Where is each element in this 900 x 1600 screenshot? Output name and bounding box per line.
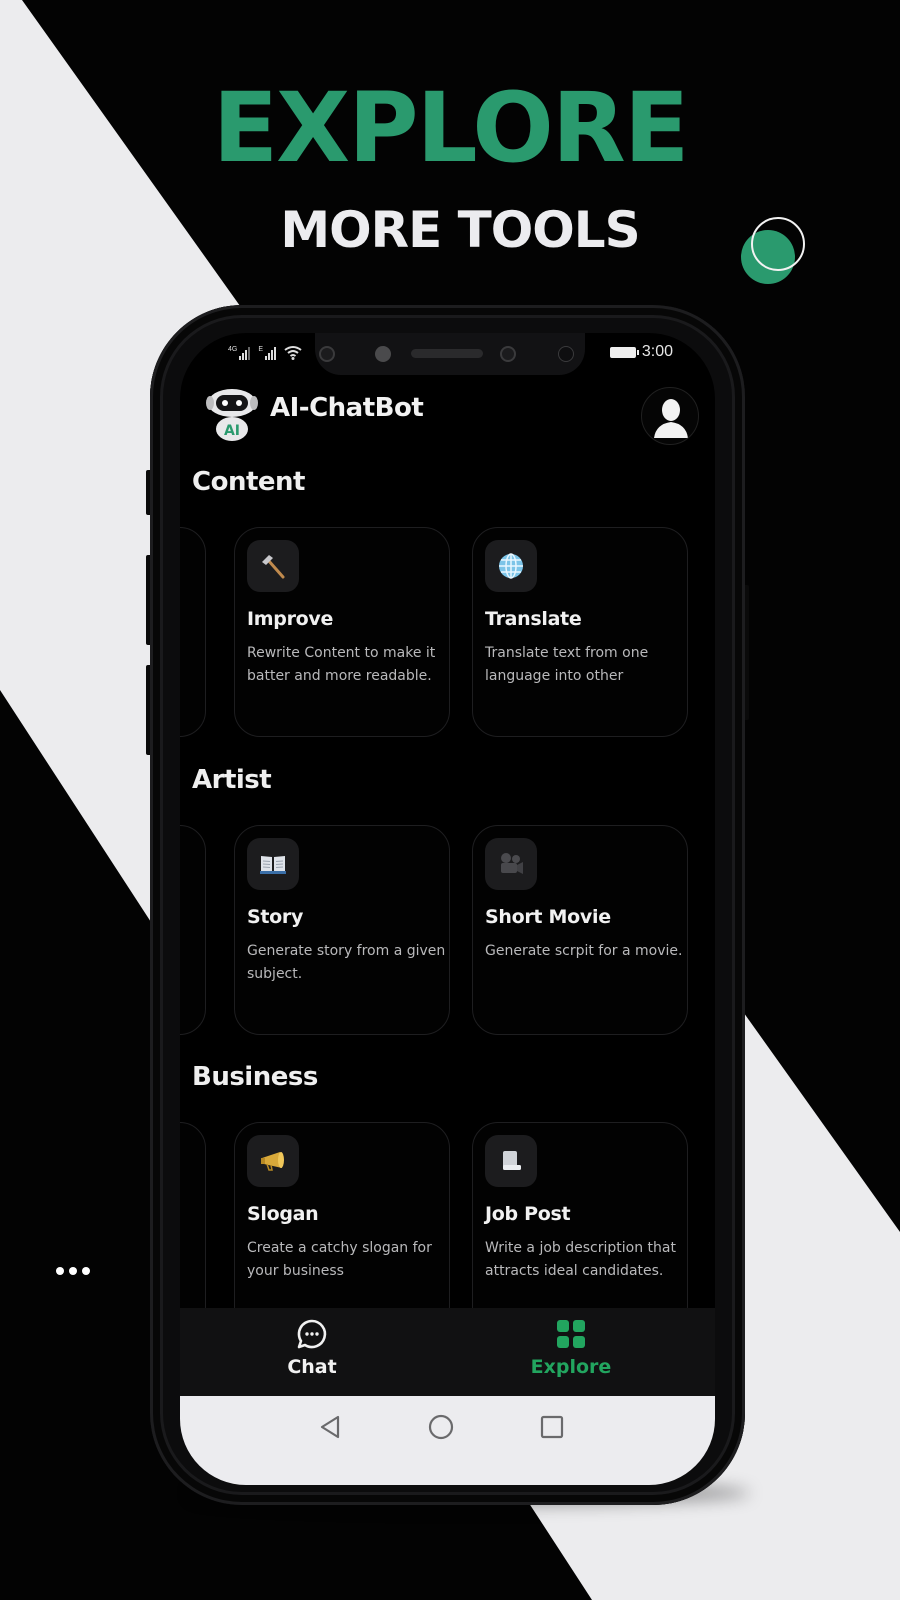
nav-tab-explore[interactable]: Explore (511, 1318, 631, 1378)
tool-card-story[interactable]: Story Generate story from a given subjec… (234, 825, 450, 1035)
decorative-ring (751, 217, 805, 271)
nav-tab-label: Chat (287, 1356, 337, 1378)
card-title: Translate (485, 608, 582, 630)
hammer-icon (247, 540, 299, 592)
card-description: Create a catchy slogan for your business (247, 1240, 432, 1279)
tool-card-translate[interactable]: Translate Translate text from one langua… (472, 527, 688, 737)
signal-icon: 4G (228, 346, 251, 360)
clock: 3:00 (641, 343, 673, 360)
card-title: Slogan (247, 1203, 319, 1225)
document-icon (485, 1135, 537, 1187)
card-description: Rewrite Content to make it batter and mo… (247, 645, 436, 684)
megaphone-icon (247, 1135, 299, 1187)
tool-row-content: Improve Rewrite Content to make it batte… (180, 527, 715, 739)
card-title: Improve (247, 608, 334, 630)
tool-card-partial[interactable] (180, 825, 206, 1035)
bottom-navigation: Chat Explore (180, 1308, 715, 1396)
book-icon (247, 838, 299, 890)
robot-logo-icon: AI (206, 389, 258, 441)
phone-screen: 4G E 3:00 AI AI-ChatBot Content Improve … (180, 333, 715, 1485)
status-bar: 4G E 3:00 (180, 333, 715, 375)
section-title-artist: Artist (192, 765, 272, 795)
tool-card-slogan[interactable]: Slogan Create a catchy slogan for your b… (234, 1122, 450, 1308)
tool-row-business: Slogan Create a catchy slogan for your b… (180, 1122, 715, 1308)
card-description: Generate scrpit for a movie. (485, 943, 683, 959)
phone-frame: 4G E 3:00 AI AI-ChatBot Content Improve … (150, 305, 745, 1505)
wifi-icon (284, 346, 302, 360)
dot (69, 1267, 77, 1275)
more-options-dots[interactable] (56, 1267, 90, 1275)
promo-headline: EXPLORE (212, 72, 690, 184)
section-title-content: Content (192, 467, 305, 497)
chat-bubble-icon (297, 1319, 327, 1349)
globe-icon (485, 540, 537, 592)
grid-icon (557, 1320, 585, 1348)
card-title: Job Post (485, 1203, 571, 1225)
app-header: AI AI-ChatBot (180, 385, 715, 445)
battery-icon (609, 346, 639, 358)
profile-avatar-button[interactable] (641, 387, 699, 445)
card-title: Short Movie (485, 906, 611, 928)
signal-icon: E (258, 346, 277, 360)
tool-card-short-movie[interactable]: Short Movie Generate scrpit for a movie. (472, 825, 688, 1035)
tool-row-artist: Story Generate story from a given subjec… (180, 825, 715, 1037)
home-circle-icon[interactable] (428, 1414, 454, 1440)
back-triangle-icon[interactable] (318, 1414, 342, 1440)
nav-tab-chat[interactable]: Chat (252, 1318, 372, 1378)
dot (56, 1267, 64, 1275)
user-silhouette-icon (654, 399, 688, 438)
tool-card-job-post[interactable]: Job Post Write a job description that at… (472, 1122, 688, 1308)
card-title: Story (247, 906, 304, 928)
svg-text:AI: AI (224, 423, 240, 439)
card-description: Translate text from one language into ot… (485, 645, 649, 684)
section-title-business: Business (192, 1062, 318, 1092)
movie-camera-icon (485, 838, 537, 890)
card-description: Generate story from a given subject. (247, 943, 446, 982)
card-description: Write a job description that attracts id… (485, 1240, 676, 1279)
system-navigation-bar (180, 1396, 715, 1485)
tool-card-improve[interactable]: Improve Rewrite Content to make it batte… (234, 527, 450, 737)
tool-card-partial[interactable] (180, 527, 206, 737)
dot (82, 1267, 90, 1275)
nav-tab-label: Explore (530, 1356, 612, 1378)
tool-card-partial[interactable] (180, 1122, 206, 1308)
recents-square-icon[interactable] (540, 1414, 564, 1440)
app-title: AI-ChatBot (270, 393, 424, 423)
